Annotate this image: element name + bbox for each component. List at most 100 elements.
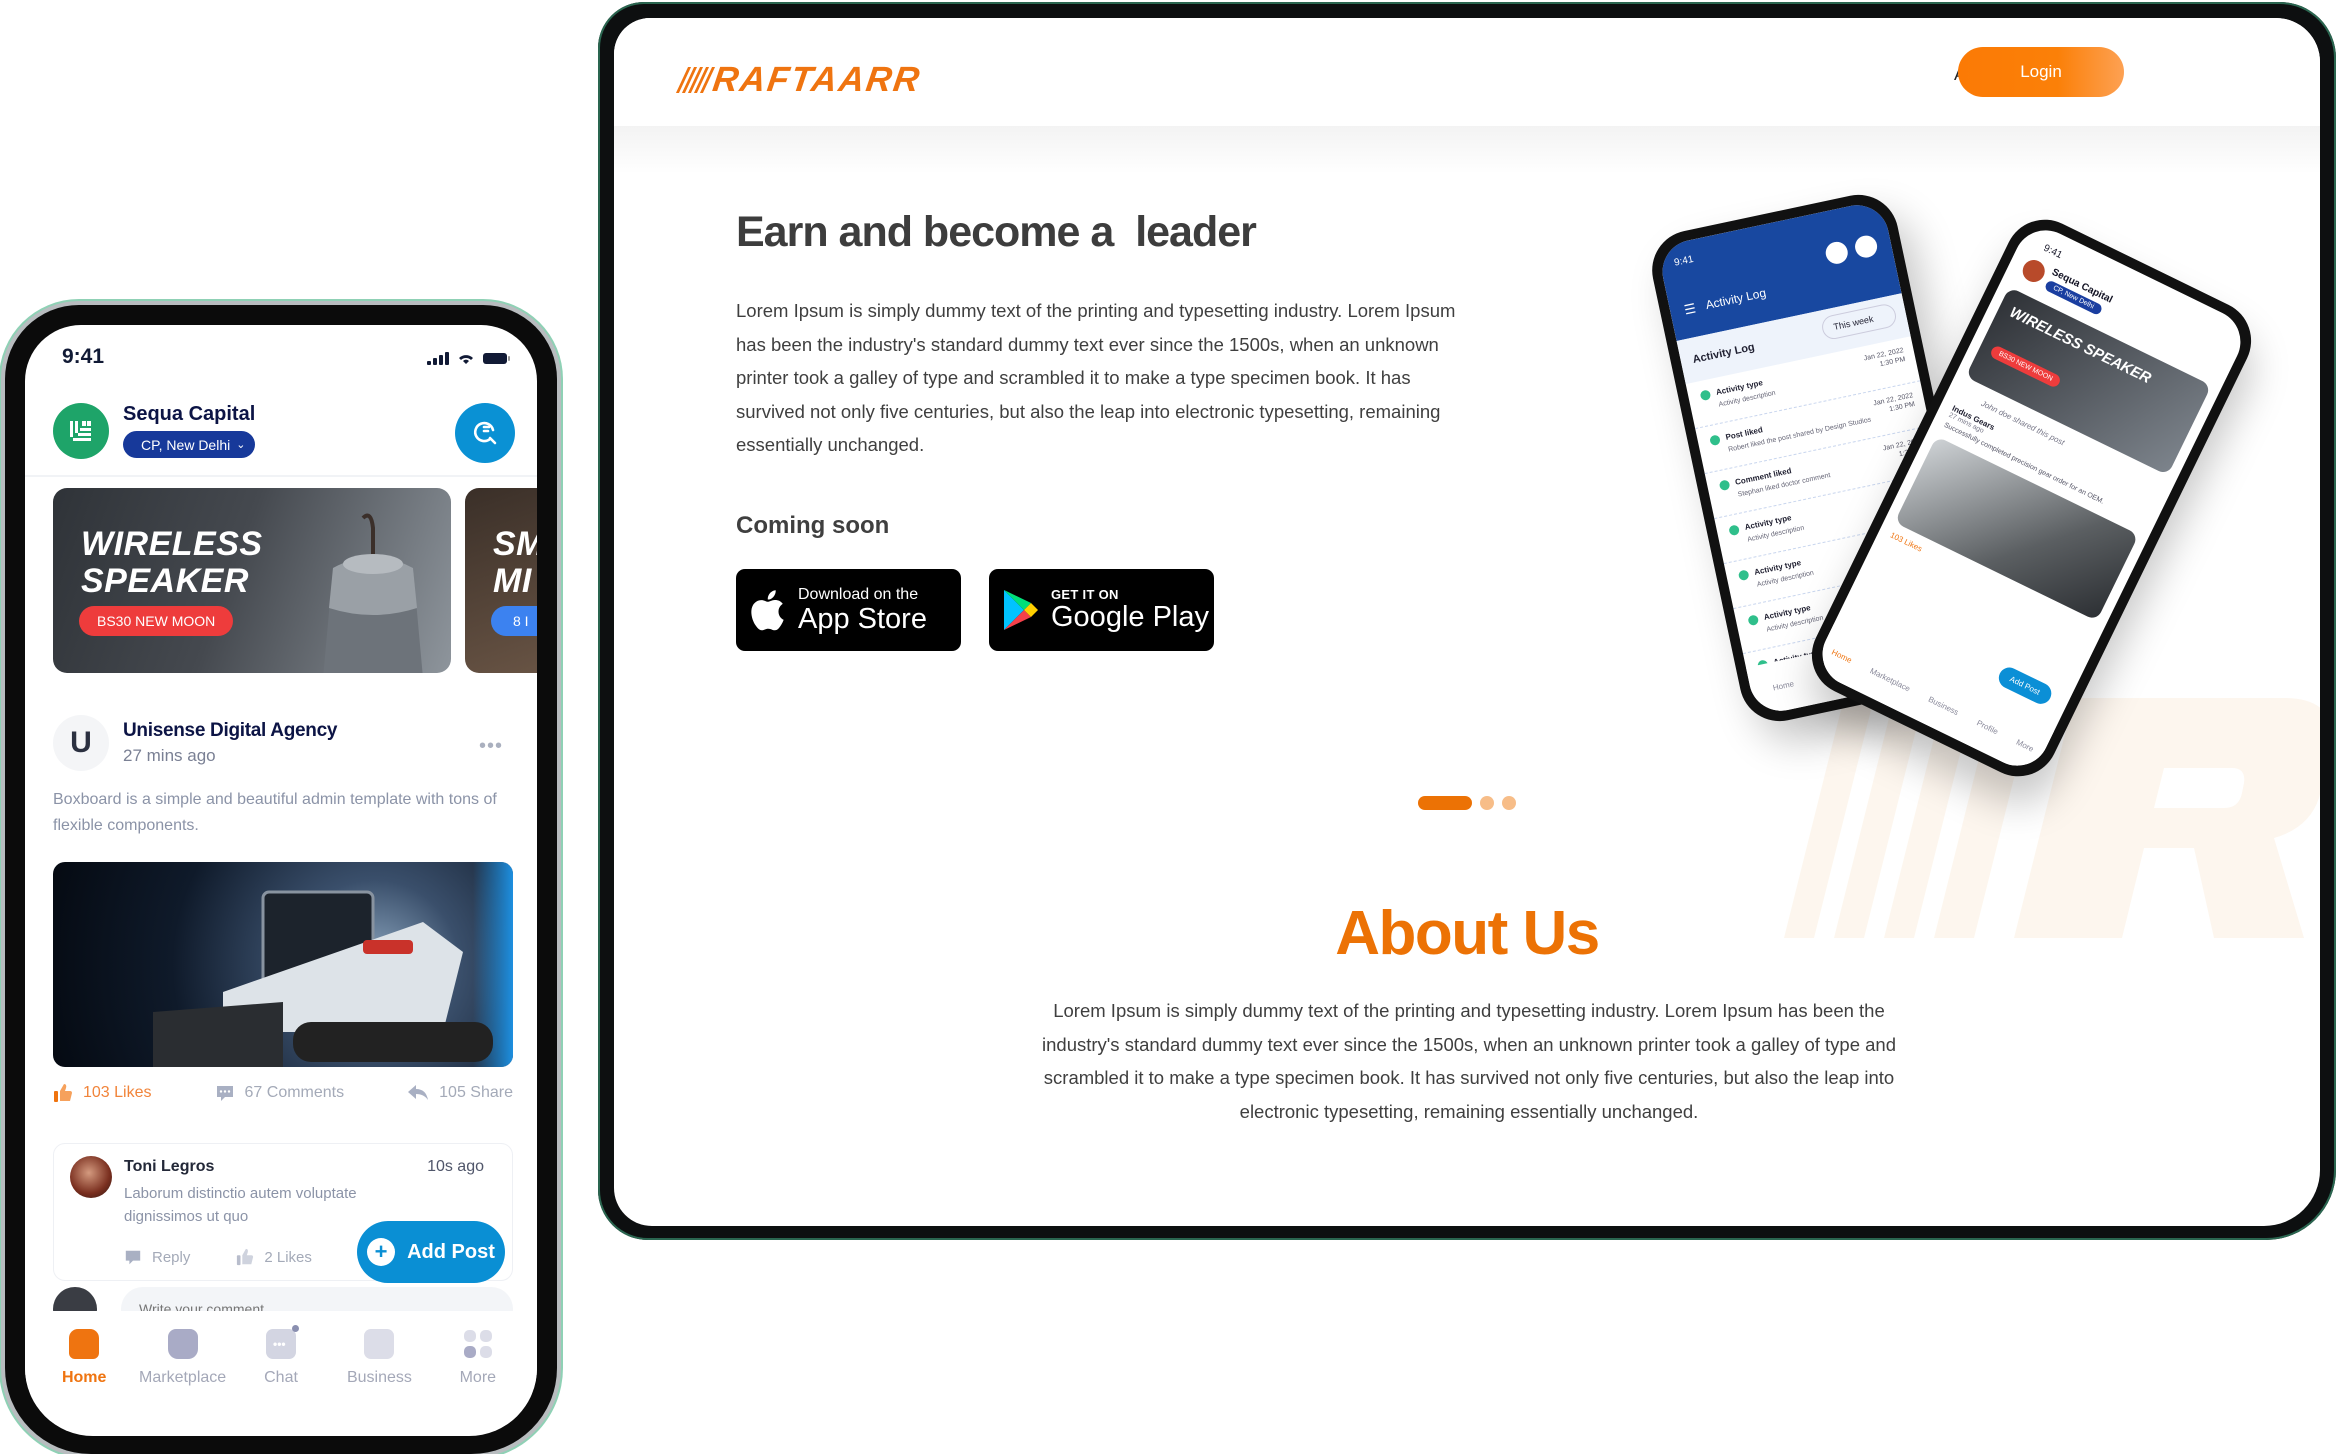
promo-banner-wireless-speaker[interactable]: WIRELESS SPEAKER BS30 NEW MOON	[53, 488, 451, 673]
nav-item-marketplace[interactable]: Marketplace	[133, 1311, 231, 1431]
google-play-big-text: Google Play	[1051, 601, 1209, 633]
post-author[interactable]: Unisense Digital Agency	[123, 720, 337, 742]
location-selector[interactable]: CP, New Delhi ⌄	[123, 431, 256, 458]
search-scan-button[interactable]	[455, 403, 515, 463]
mockup-nav-item: Business	[1927, 694, 1961, 717]
current-user-avatar	[53, 1287, 97, 1311]
nav-label: Business	[346, 1369, 412, 1386]
activity-date: Jan 22, 20221:30 PM	[1872, 392, 1916, 414]
shopping-bag-icon	[167, 1329, 198, 1359]
nav-item-chat[interactable]: ••• Chat	[232, 1311, 330, 1431]
post-author-avatar[interactable]: U	[53, 715, 109, 771]
write-comment-row	[53, 1287, 513, 1311]
hero-title: Earn and become a leader	[736, 208, 1257, 256]
mockup-nav-item: Home	[1830, 647, 1854, 665]
banner-pill: 8 I	[491, 606, 537, 636]
banner-pill: BS30 NEW MOON	[79, 606, 234, 636]
mockup-banner-pill: BS30 NEW MOON	[1988, 344, 2063, 389]
tablet-frame: RAFTAARR About Us Login Earn and become …	[598, 2, 2336, 1240]
more-options-icon[interactable]: •••	[479, 735, 503, 758]
post-text: Boxboard is a simple and beautiful admin…	[53, 791, 497, 834]
activity-icon	[1747, 614, 1760, 627]
app-store-button[interactable]: Download on the App Store	[736, 569, 961, 651]
commenter-name: Toni Legros	[124, 1158, 215, 1175]
activity-icon	[1699, 389, 1712, 402]
thumbs-up-icon	[237, 1248, 254, 1266]
grid-more-icon	[463, 1329, 493, 1359]
raftaarr-logo[interactable]: RAFTAARR	[675, 60, 924, 100]
carousel-dot[interactable]	[1502, 796, 1516, 810]
hero-description: Lorem Ipsum is simply dummy text of the …	[736, 300, 1456, 455]
carousel-dot[interactable]	[1418, 796, 1472, 810]
banner-title: SM MI	[493, 526, 537, 599]
brand-logo-icon	[70, 421, 91, 441]
add-post-label: Add Post	[407, 1240, 495, 1263]
wifi-icon	[459, 355, 473, 364]
reply-button[interactable]: Reply	[124, 1248, 190, 1266]
comment-icon	[216, 1086, 233, 1101]
nav-label: Marketplace	[139, 1369, 227, 1386]
website-screen: RAFTAARR About Us Login Earn and become …	[614, 18, 2320, 1226]
post-stats: 103 Likes 67 Comments 105 Share	[53, 1083, 513, 1103]
brand-avatar[interactable]	[53, 403, 109, 459]
add-post-button[interactable]: + Add Post	[357, 1221, 505, 1283]
post-image[interactable]	[53, 862, 513, 1067]
apple-icon	[736, 569, 798, 651]
location-label: CP, New Delhi	[141, 436, 231, 453]
nav-item-more[interactable]: More	[429, 1311, 527, 1431]
nav-item-home[interactable]: Home	[35, 1311, 133, 1431]
likes-count: 103 Likes	[83, 1084, 152, 1101]
login-button[interactable]: Login	[1958, 47, 2124, 97]
post-time: 27 mins ago	[123, 746, 216, 765]
comment-like-button[interactable]: 2 Likes	[236, 1248, 312, 1266]
activity-date: Jan 22, 20221:30 PM	[1863, 347, 1907, 369]
commenter-avatar	[70, 1156, 112, 1198]
activity-icon	[1737, 569, 1750, 582]
header-divider	[25, 475, 537, 477]
promo-banner-second[interactable]: SM MI 8 I	[465, 488, 537, 673]
skid-steer-image	[153, 890, 493, 1067]
chevron-down-icon: ⌄	[236, 439, 246, 451]
about-us-title: About Us	[1335, 899, 1600, 968]
mockup-week-filter: This week	[1820, 302, 1899, 342]
reply-label: Reply	[152, 1248, 191, 1266]
logo-stripes-icon	[675, 67, 716, 93]
banner-title: WIRELESS SPEAKER	[81, 526, 263, 599]
comments-button[interactable]: 67 Comments	[215, 1083, 344, 1103]
activity-icon	[1709, 434, 1721, 447]
activity-icon	[1728, 524, 1741, 537]
speaker-image	[323, 513, 423, 673]
comment-icon	[125, 1250, 141, 1265]
carousel-dot[interactable]	[1480, 796, 1494, 810]
like-button[interactable]: 103 Likes	[53, 1083, 152, 1103]
home-icon	[69, 1329, 100, 1359]
nav-label: More	[459, 1369, 497, 1386]
mockup-nav-item: Home	[1771, 678, 1795, 693]
banner-title-line2: MI	[493, 561, 532, 600]
comment-input[interactable]	[121, 1287, 513, 1311]
nav-label: Chat	[264, 1369, 298, 1386]
share-reply-icon	[408, 1085, 429, 1100]
mockup-activity-title: Activity Log	[1704, 285, 1768, 313]
banner-title-line2: SPEAKER	[81, 561, 249, 600]
banner-title-line1: SM	[493, 525, 537, 563]
nav-item-business[interactable]: Business	[330, 1311, 428, 1431]
phone-screen: 9:41 Sequa Capital CP, New Delhi ⌄ WIREL…	[25, 325, 537, 1436]
site-header: RAFTAARR About Us Login	[614, 18, 2320, 126]
chat-icon: •••	[266, 1325, 300, 1359]
comment-likes-count: 2 Likes	[264, 1248, 312, 1266]
hamburger-menu-icon: ☰	[1682, 300, 1698, 318]
about-us-description: Lorem Ipsum is simply dummy text of the …	[1042, 1000, 1896, 1122]
brand-name: Sequa Capital	[123, 403, 256, 425]
google-play-button[interactable]: GET IT ON Google Play	[989, 569, 1214, 651]
shares-count: 105 Share	[439, 1084, 513, 1101]
thumbs-up-icon	[54, 1084, 72, 1102]
search-scan-icon	[473, 421, 497, 445]
phone-frame: 9:41 Sequa Capital CP, New Delhi ⌄ WIREL…	[5, 305, 557, 1454]
business-chart-icon	[364, 1329, 395, 1359]
mockup-brand-avatar	[2019, 256, 2049, 286]
chat-icon	[1823, 239, 1850, 266]
mockup-nav-item: Marketplace	[1868, 665, 1912, 694]
app-mockup-phones: 9:41 ☰ Activity Log Activity Log This we…	[1574, 168, 2265, 808]
share-button[interactable]: 105 Share	[407, 1083, 513, 1103]
